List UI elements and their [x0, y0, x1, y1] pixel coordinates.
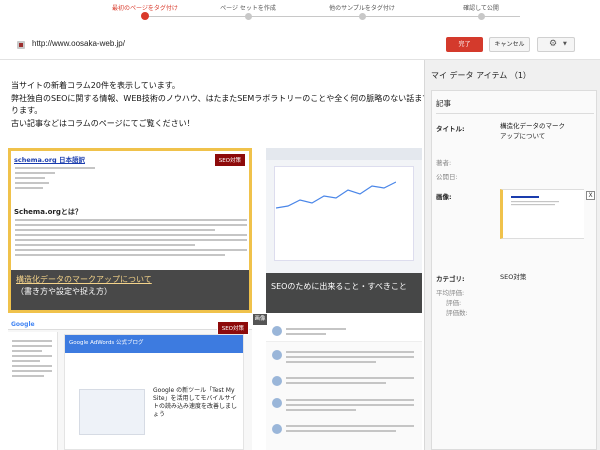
- published-label[interactable]: 公開日:: [436, 171, 458, 181]
- card-divider: [436, 113, 594, 114]
- feed-lines: [286, 377, 414, 387]
- intro-line: ります。: [11, 106, 43, 115]
- cancel-button[interactable]: キャンセル: [489, 37, 530, 52]
- title-value[interactable]: 構造化データのマーク アップについて: [500, 121, 565, 141]
- intro-line: 古い記事などはコラムのページにてご覧ください！: [11, 118, 195, 128]
- image-label: 画像:: [436, 193, 452, 201]
- url-toolbar: http://www.oosaka-web.jp/ 完了 キャンセル ⚙ ▼: [0, 30, 600, 60]
- article-tile-selected[interactable]: schema.org 日本語訳 SEO対策 Schema.orgとは？ 構造化デ…: [8, 148, 252, 313]
- post-title: Google の新ツール「Test My Site」を活用してモバイルサイトの読…: [153, 387, 238, 418]
- author-label[interactable]: 著者:: [436, 157, 451, 167]
- tile-screenshot-post: Google AdWords 公式ブログ Google の新ツール「Test M…: [64, 334, 244, 450]
- tile-body-lines: [15, 219, 247, 259]
- avatar: [272, 376, 282, 386]
- tile-screenshot-topbar: Google: [8, 320, 252, 330]
- tile-caption: SEOのために出来ること・すべきこと: [266, 273, 422, 313]
- google-logo: Google: [11, 321, 35, 328]
- chart-line: [276, 181, 396, 209]
- step-1-dot[interactable]: [141, 12, 149, 20]
- step-2-dot[interactable]: [245, 13, 252, 20]
- post-illustration: [79, 389, 145, 435]
- category-value[interactable]: SEO対策: [500, 272, 526, 282]
- step-4-label[interactable]: 確認して公開: [426, 3, 536, 12]
- done-button[interactable]: 完了: [446, 37, 483, 52]
- tile-site-title: schema.org 日本語訳: [14, 156, 85, 164]
- thumbnail-line: [511, 201, 559, 203]
- tile-screenshot-sidebar: [8, 332, 58, 450]
- tile-caption: 構造化データのマークアップについて （書き方や設定や捉え方）: [11, 270, 249, 310]
- image-tag-label: 画像: [253, 314, 267, 325]
- image-thumbnail[interactable]: [500, 189, 584, 239]
- data-items-panel: マイ データ アイテム （1） 記事 タイトル: 構造化データのマーク アップに…: [424, 60, 600, 450]
- avatar: [272, 424, 282, 434]
- tag-page-screen: 最初のページをタグ付け ページ セットを作成 他のサンプルをタグ付け 確認して公…: [0, 0, 600, 450]
- avatar: [272, 326, 282, 336]
- title-label: タイトル:: [436, 125, 465, 133]
- thumbnail-preview: [509, 194, 565, 234]
- intro-line: 当サイトの新着コラム20件を表示しています。: [11, 81, 180, 90]
- intro-text: 当サイトの新着コラム20件を表示しています。 弊社独自のSEOに関する情報、WE…: [11, 80, 431, 130]
- title-value-line: アップについて: [500, 132, 546, 140]
- analytics-chart-thumbnail: [276, 181, 396, 209]
- tile-caption-highlight: 構造化データのマークアップについて: [16, 275, 152, 284]
- card-heading: 記事: [436, 99, 451, 108]
- sidebar-lines: [12, 340, 52, 380]
- avatar: [272, 398, 282, 408]
- page-url: http://www.oosaka-web.jp/: [32, 39, 125, 48]
- category-label: カテゴリ:: [436, 275, 465, 283]
- thumbnail-bg: [509, 194, 565, 234]
- step-3-dot[interactable]: [359, 13, 366, 20]
- tile-heading: Schema.orgとは？: [14, 208, 82, 216]
- stepper-line: [145, 16, 520, 17]
- step-1-label[interactable]: 最初のページをタグ付け: [90, 3, 200, 12]
- blog-banner: Google AdWords 公式ブログ: [65, 335, 243, 353]
- thumbnail-line: [511, 204, 555, 206]
- article-tile[interactable]: [266, 320, 422, 450]
- chevron-down-icon: ▼: [563, 41, 567, 47]
- gear-icon: ⚙: [549, 39, 558, 49]
- step-3-label[interactable]: 他のサンプルをタグ付け: [307, 3, 417, 12]
- thumbnail-line: [511, 196, 539, 198]
- tile-nav-lines: [15, 167, 125, 192]
- feed-lines: [286, 351, 414, 366]
- article-tile[interactable]: Google SEO対策 Google AdWords 公式ブログ Google…: [8, 320, 252, 450]
- tile-screenshot-header: [266, 320, 422, 342]
- panel-title: マイ データ アイテム （1）: [431, 71, 531, 80]
- intro-line: 弊社独自のSEOに関する情報、WEB技術のノウハウ、はたまたSEMラボラトリーの…: [11, 93, 431, 103]
- feed-lines: [286, 399, 414, 414]
- header-lines: [286, 328, 346, 338]
- feed-lines: [286, 425, 414, 435]
- rating-count-label[interactable]: 評価数:: [446, 307, 468, 317]
- title-value-line: 構造化データのマーク: [500, 122, 565, 130]
- category-badge: SEO対策: [213, 153, 246, 167]
- step-2-label[interactable]: ページ セットを作成: [193, 3, 303, 12]
- tile-caption-rest: （書き方や設定や捉え方）: [16, 287, 112, 296]
- settings-button[interactable]: ⚙ ▼: [537, 37, 575, 52]
- progress-stepper: 最初のページをタグ付け ページ セットを作成 他のサンプルをタグ付け 確認して公…: [0, 0, 600, 30]
- avg-rating-label[interactable]: 平均評価:: [436, 287, 464, 297]
- rating-label[interactable]: 評価:: [446, 297, 461, 307]
- article-tile[interactable]: SEOのために出来ること・すべきこと: [266, 148, 422, 313]
- site-favicon-icon: [17, 41, 25, 49]
- category-badge: SEO対策: [216, 321, 249, 335]
- tile-screenshot-header: [266, 148, 422, 160]
- step-4-dot[interactable]: [478, 13, 485, 20]
- remove-image-button[interactable]: X: [586, 191, 595, 200]
- avatar: [272, 350, 282, 360]
- article-item-card: 記事 タイトル: 構造化データのマーク アップについて 著者: 公開日: 画像:…: [431, 90, 597, 450]
